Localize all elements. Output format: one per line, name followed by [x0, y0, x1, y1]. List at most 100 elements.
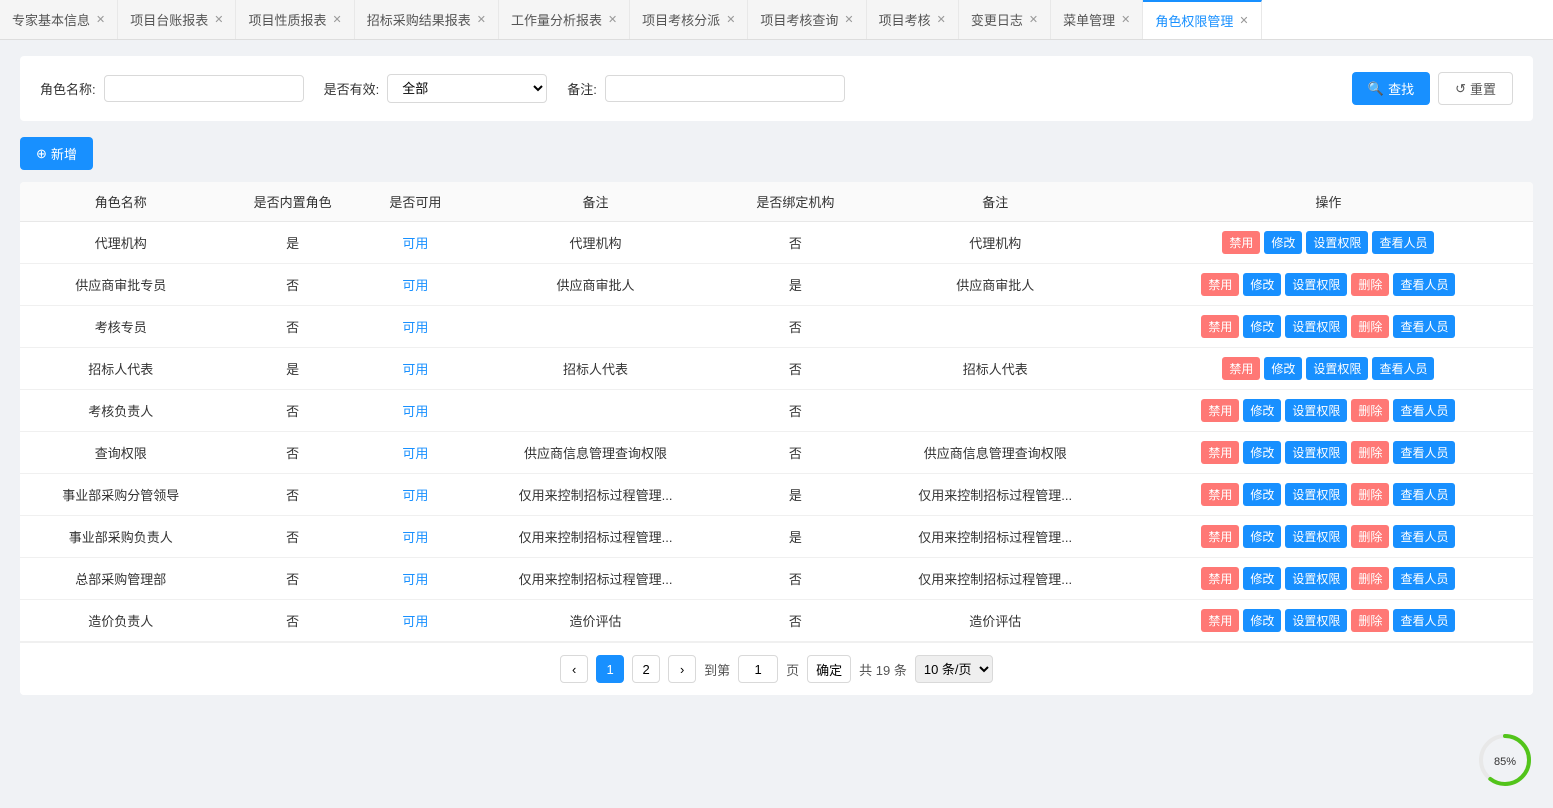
disable-button[interactable]: 禁用: [1201, 609, 1239, 632]
edit-button[interactable]: 修改: [1264, 357, 1302, 380]
per-page-select[interactable]: 10 条/页20 条/页50 条/页: [915, 655, 993, 683]
disable-button[interactable]: 禁用: [1201, 315, 1239, 338]
search-button[interactable]: 🔍 查找: [1352, 72, 1430, 105]
edit-button[interactable]: 修改: [1243, 567, 1281, 590]
edit-button[interactable]: 修改: [1243, 609, 1281, 632]
col-bind-org: 是否绑定机构: [724, 182, 866, 222]
table-row: 造价负责人否可用造价评估否造价评估禁用修改设置权限删除查看人员: [20, 600, 1533, 642]
delete-button[interactable]: 删除: [1351, 399, 1389, 422]
tab-close-btn[interactable]: ✕: [1121, 13, 1130, 26]
table-row: 考核专员否可用否禁用修改设置权限删除查看人员: [20, 306, 1533, 348]
tab-close-btn[interactable]: ✕: [726, 13, 735, 26]
goto-confirm-btn[interactable]: 确定: [807, 655, 851, 683]
set-perm-button[interactable]: 设置权限: [1306, 231, 1368, 254]
edit-button[interactable]: 修改: [1264, 231, 1302, 254]
view-user-button[interactable]: 查看人员: [1372, 231, 1434, 254]
set-perm-button[interactable]: 设置权限: [1285, 315, 1347, 338]
set-perm-button[interactable]: 设置权限: [1285, 483, 1347, 506]
delete-button[interactable]: 删除: [1351, 525, 1389, 548]
tab-item-3[interactable]: 招标采购结果报表 ✕: [355, 0, 499, 40]
table-row: 事业部采购负责人否可用仅用来控制招标过程管理...是仅用来控制招标过程管理...…: [20, 516, 1533, 558]
reset-icon: ↺: [1455, 81, 1466, 97]
view-user-button[interactable]: 查看人员: [1393, 441, 1455, 464]
tab-item-8[interactable]: 变更日志 ✕: [959, 0, 1051, 40]
tab-close-btn[interactable]: ✕: [937, 13, 946, 26]
disable-button[interactable]: 禁用: [1222, 231, 1260, 254]
role-name-input[interactable]: [104, 75, 304, 102]
delete-button[interactable]: 删除: [1351, 567, 1389, 590]
col-role-name: 角色名称: [20, 182, 221, 222]
tab-close-btn[interactable]: ✕: [96, 13, 105, 26]
edit-button[interactable]: 修改: [1243, 441, 1281, 464]
page-1-btn[interactable]: 1: [596, 655, 624, 683]
table-row: 总部采购管理部否可用仅用来控制招标过程管理...否仅用来控制招标过程管理...禁…: [20, 558, 1533, 600]
set-perm-button[interactable]: 设置权限: [1285, 399, 1347, 422]
view-user-button[interactable]: 查看人员: [1393, 399, 1455, 422]
edit-button[interactable]: 修改: [1243, 525, 1281, 548]
tab-close-btn[interactable]: ✕: [1029, 13, 1038, 26]
tab-item-0[interactable]: 专家基本信息 ✕: [0, 0, 118, 40]
delete-button[interactable]: 删除: [1351, 441, 1389, 464]
tab-label: 工作量分析报表: [511, 10, 602, 29]
delete-button[interactable]: 删除: [1351, 609, 1389, 632]
disable-button[interactable]: 禁用: [1201, 567, 1239, 590]
next-page-btn[interactable]: ›: [668, 655, 696, 683]
view-user-button[interactable]: 查看人员: [1393, 483, 1455, 506]
disable-button[interactable]: 禁用: [1201, 483, 1239, 506]
disable-button[interactable]: 禁用: [1222, 357, 1260, 380]
set-perm-button[interactable]: 设置权限: [1285, 525, 1347, 548]
set-perm-button[interactable]: 设置权限: [1285, 609, 1347, 632]
edit-button[interactable]: 修改: [1243, 315, 1281, 338]
set-perm-button[interactable]: 设置权限: [1285, 567, 1347, 590]
valid-select[interactable]: 全部是否: [387, 74, 547, 103]
tab-close-btn[interactable]: ✕: [1239, 14, 1248, 27]
delete-button[interactable]: 删除: [1351, 483, 1389, 506]
tab-label: 专家基本信息: [12, 10, 90, 29]
tab-close-btn[interactable]: ✕: [608, 13, 617, 26]
view-user-button[interactable]: 查看人员: [1393, 525, 1455, 548]
tab-label: 项目台账报表: [130, 10, 208, 29]
tab-item-1[interactable]: 项目台账报表 ✕: [118, 0, 236, 40]
edit-button[interactable]: 修改: [1243, 273, 1281, 296]
tab-label: 项目考核分派: [642, 10, 720, 29]
remark-input[interactable]: [605, 75, 845, 102]
reset-button[interactable]: ↺ 重置: [1438, 72, 1513, 105]
tab-item-4[interactable]: 工作量分析报表 ✕: [499, 0, 630, 40]
prev-page-btn[interactable]: ‹: [560, 655, 588, 683]
disable-button[interactable]: 禁用: [1201, 399, 1239, 422]
table-header: 角色名称 是否内置角色 是否可用 备注 是否绑定机构 备注 操作: [20, 182, 1533, 222]
toolbar: ⊕ 新增: [20, 137, 1533, 170]
edit-button[interactable]: 修改: [1243, 483, 1281, 506]
tab-close-btn[interactable]: ✕: [332, 13, 341, 26]
tab-close-btn[interactable]: ✕: [214, 13, 223, 26]
view-user-button[interactable]: 查看人员: [1393, 609, 1455, 632]
tab-label: 招标采购结果报表: [367, 10, 471, 29]
valid-label: 是否有效:: [324, 79, 380, 98]
disable-button[interactable]: 禁用: [1201, 441, 1239, 464]
disable-button[interactable]: 禁用: [1201, 273, 1239, 296]
set-perm-button[interactable]: 设置权限: [1285, 273, 1347, 296]
add-button[interactable]: ⊕ 新增: [20, 137, 93, 170]
set-perm-button[interactable]: 设置权限: [1285, 441, 1347, 464]
tab-item-7[interactable]: 项目考核✕: [867, 0, 959, 40]
tab-item-2[interactable]: 项目性质报表✕: [236, 0, 354, 40]
tab-label: 变更日志: [971, 10, 1023, 29]
delete-button[interactable]: 删除: [1351, 273, 1389, 296]
set-perm-button[interactable]: 设置权限: [1306, 357, 1368, 380]
disable-button[interactable]: 禁用: [1201, 525, 1239, 548]
tab-item-5[interactable]: 项目考核分派 ✕: [630, 0, 748, 40]
view-user-button[interactable]: 查看人员: [1372, 357, 1434, 380]
tab-close-btn[interactable]: ✕: [477, 13, 486, 26]
tab-close-btn[interactable]: ✕: [844, 13, 853, 26]
tab-item-9[interactable]: 菜单管理✕: [1051, 0, 1143, 40]
tab-item-10[interactable]: 角色权限管理✕: [1143, 0, 1261, 40]
goto-input[interactable]: [738, 655, 778, 683]
view-user-button[interactable]: 查看人员: [1393, 567, 1455, 590]
view-user-button[interactable]: 查看人员: [1393, 273, 1455, 296]
role-name-label: 角色名称:: [40, 79, 96, 98]
tab-item-6[interactable]: 项目考核查询✕: [748, 0, 866, 40]
edit-button[interactable]: 修改: [1243, 399, 1281, 422]
view-user-button[interactable]: 查看人员: [1393, 315, 1455, 338]
page-2-btn[interactable]: 2: [632, 655, 660, 683]
delete-button[interactable]: 删除: [1351, 315, 1389, 338]
